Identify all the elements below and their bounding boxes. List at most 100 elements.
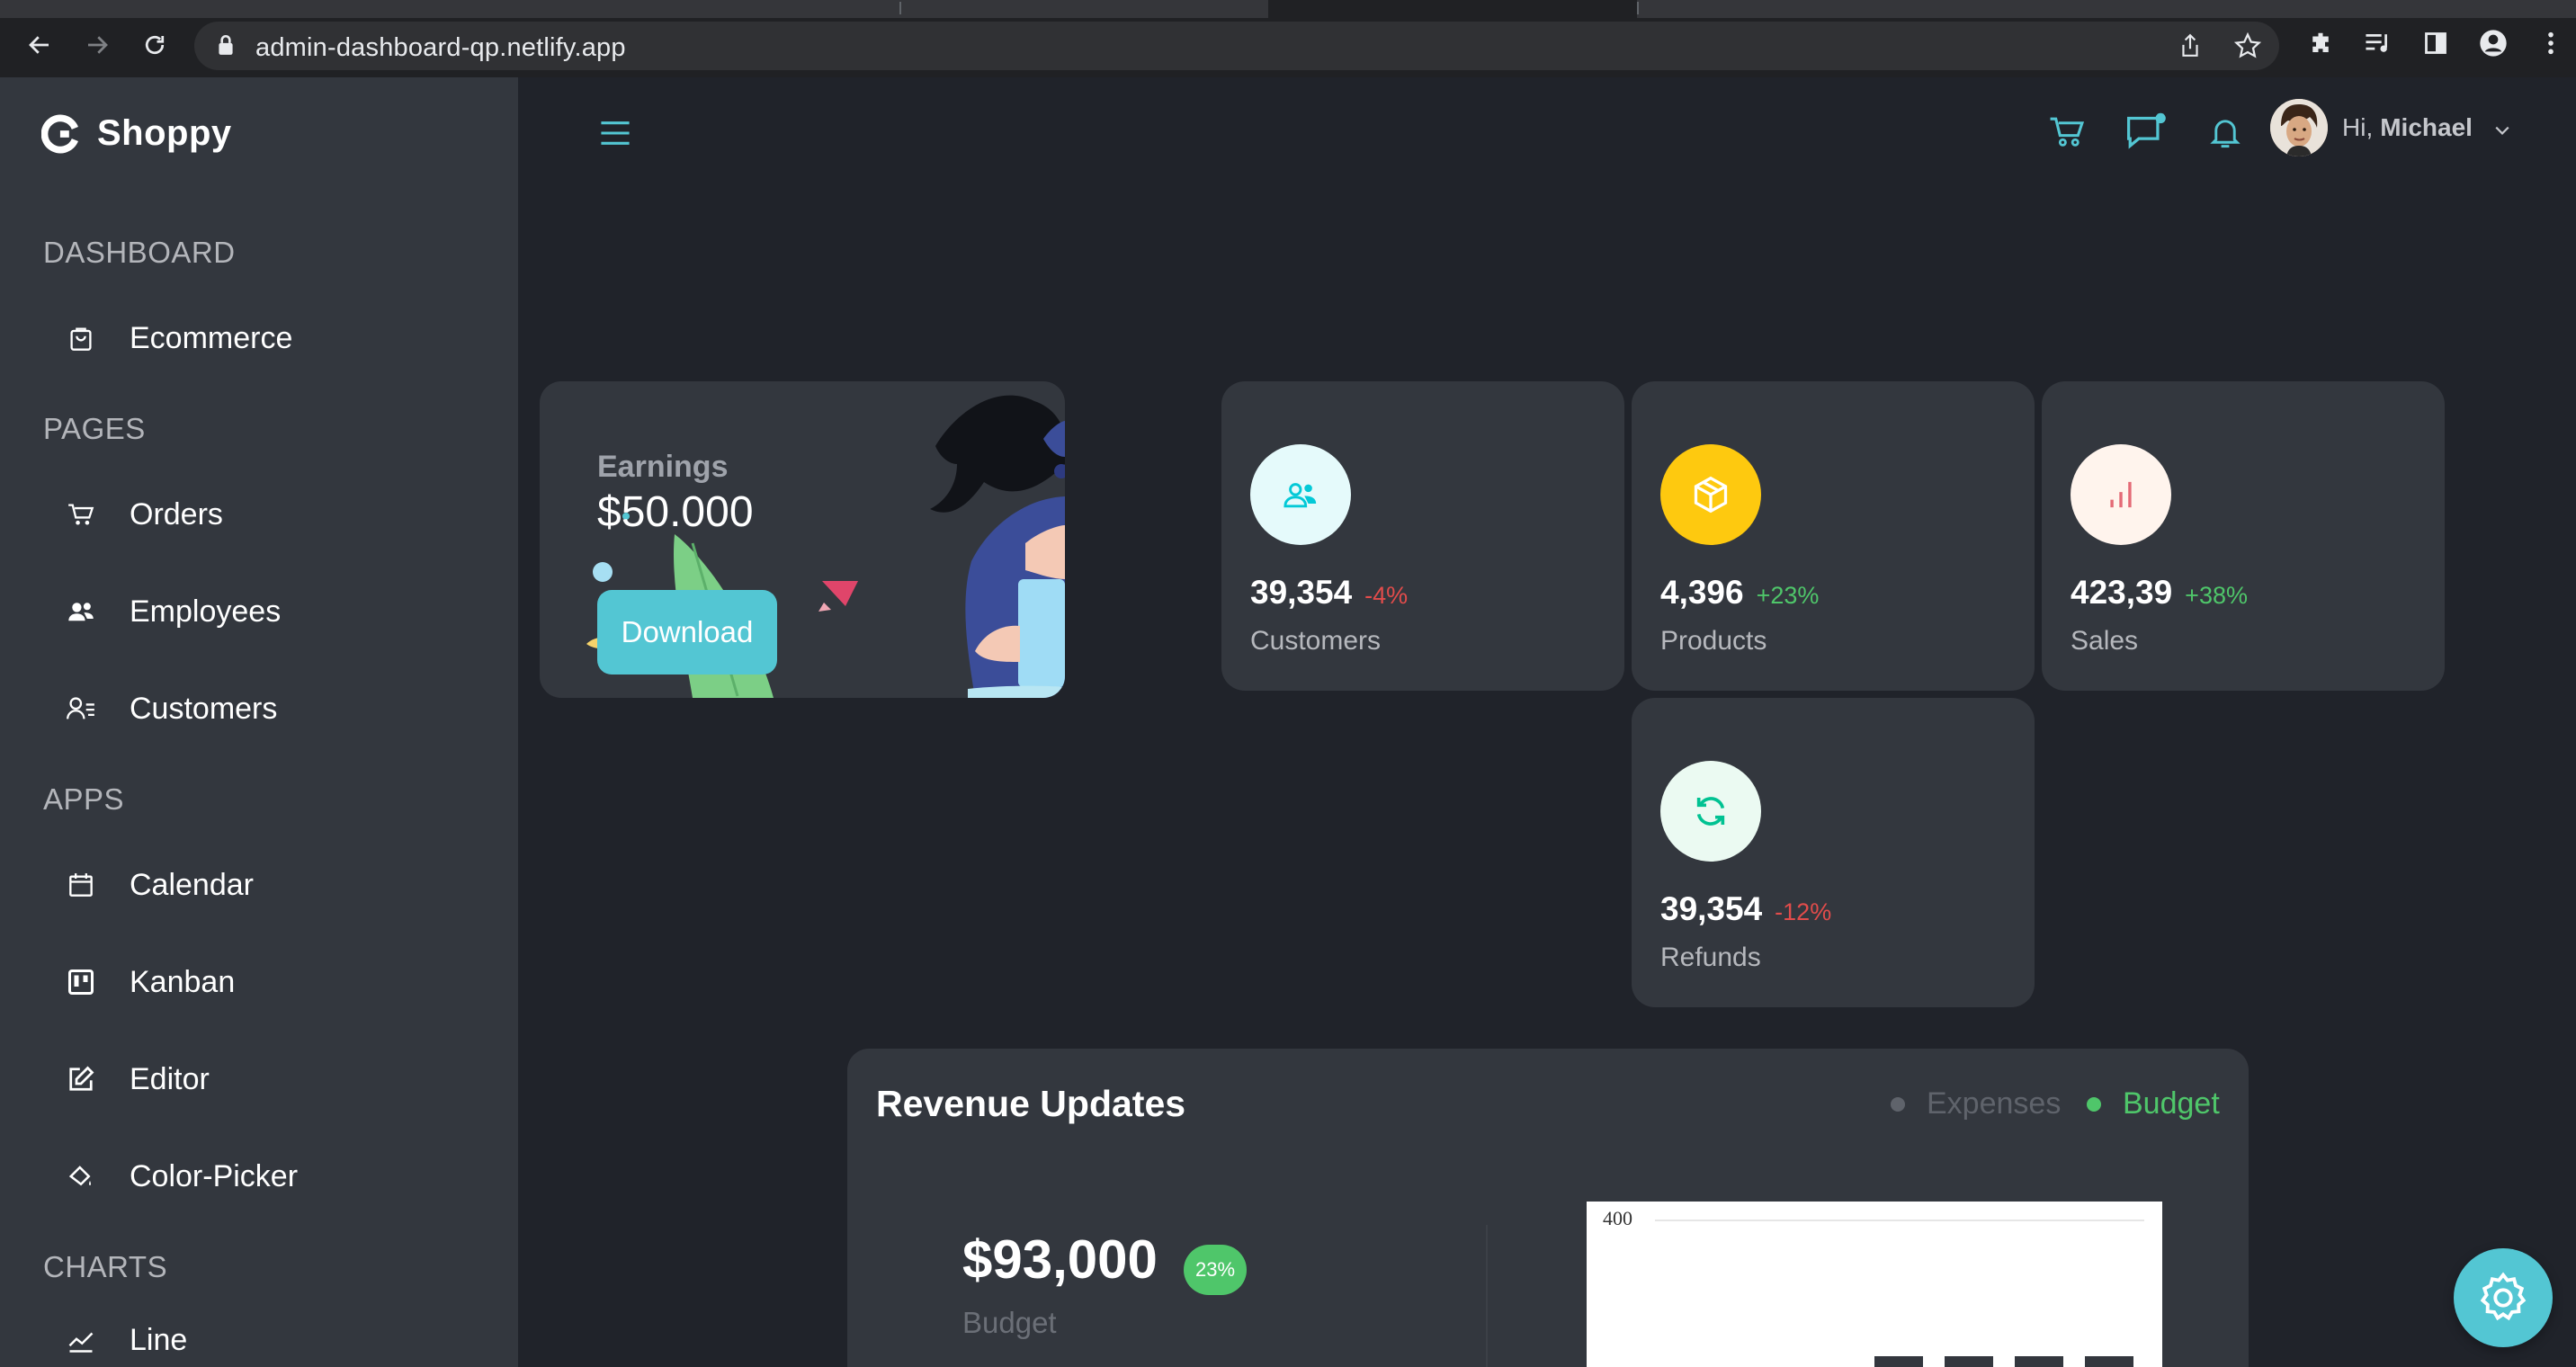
sidebar-item-orders[interactable]: Orders <box>43 478 493 550</box>
stat-number: 423,39 <box>2071 574 2173 611</box>
side-panel-icon[interactable] <box>2418 25 2454 61</box>
sidebar-item-label: Orders <box>130 496 223 532</box>
stat-icon-circle[interactable] <box>1250 444 1351 545</box>
bar-chart-icon <box>2110 481 2132 508</box>
box-icon <box>1694 476 1728 514</box>
active-tab[interactable] <box>1268 0 1637 18</box>
user-list-icon <box>63 691 99 727</box>
stat-percent: -12% <box>1775 898 1832 925</box>
stat-number: 39,354 <box>1660 890 1763 927</box>
stat-value: 423,39 +38% <box>2071 574 2248 612</box>
sidebar-item-line[interactable]: Line <box>43 1304 493 1367</box>
forward-button[interactable] <box>79 27 115 63</box>
settings-button[interactable] <box>2454 1248 2553 1347</box>
avatar[interactable] <box>2270 99 2328 156</box>
sidebar-item-calendar[interactable]: Calendar <box>43 849 493 921</box>
sidebar-item-editor[interactable]: Editor <box>43 1043 493 1115</box>
section-title-apps: APPS <box>43 782 125 816</box>
stat-number: 4,396 <box>1660 574 1744 611</box>
notification-button[interactable] <box>2198 106 2252 160</box>
section-title-dashboard: DASHBOARD <box>43 236 236 269</box>
stat-icon-circle[interactable] <box>1660 761 1761 862</box>
arrow-left-icon <box>29 36 49 54</box>
legend-dot <box>1891 1096 1905 1112</box>
budget-amount: $93,000 <box>962 1229 1158 1290</box>
cart-button[interactable] <box>2040 104 2094 158</box>
chevron-down-icon <box>2495 126 2509 135</box>
chart-bar <box>1945 1356 1993 1367</box>
sidebar-item-color-picker[interactable]: Color-Picker <box>43 1140 493 1212</box>
section-title-charts: CHARTS <box>43 1250 168 1283</box>
stat-card-refunds: 39,354 -12% Refunds <box>1632 698 2035 1007</box>
chart-gridline <box>1655 1220 2144 1221</box>
arrow-right-icon <box>88 36 108 54</box>
back-button[interactable] <box>22 27 58 63</box>
stat-card-customers: 39,354 -4% Customers <box>1221 381 1624 691</box>
legend-dot <box>2087 1096 2101 1112</box>
sidebar-item-employees[interactable]: Employees <box>43 576 493 648</box>
address-bar[interactable]: admin-dashboard-qp.netlify.app <box>194 22 2279 70</box>
gear-icon <box>2480 1272 2527 1321</box>
sidebar-item-label: Ecommerce <box>130 320 293 355</box>
media-icon[interactable] <box>2360 25 2396 61</box>
brand-logo[interactable]: Shoppy <box>41 113 232 154</box>
sidebar-item-kanban[interactable]: Kanban <box>43 946 493 1018</box>
shoppy-logo-icon <box>41 114 78 153</box>
sidebar-item-label: Kanban <box>130 964 236 999</box>
sidebar-item-label: Color-Picker <box>130 1158 299 1193</box>
paint-bucket-icon <box>63 1158 99 1194</box>
sidebar-item-label: Customers <box>130 691 278 726</box>
stat-name: Sales <box>2071 626 2139 656</box>
legend-expenses[interactable]: Expenses <box>1891 1086 2061 1121</box>
user-name: Michael <box>2380 113 2473 141</box>
menu-toggle-button[interactable] <box>588 106 642 160</box>
stat-percent: -4% <box>1364 582 1409 609</box>
cart-icon <box>2050 117 2085 147</box>
sidebar-item-customers[interactable]: Customers <box>43 673 493 745</box>
refresh-icon <box>1696 797 1725 826</box>
calendar-icon <box>63 867 99 903</box>
profile-icon[interactable] <box>2475 25 2511 61</box>
stat-icon-circle[interactable] <box>1660 444 1761 545</box>
legend-budget[interactable]: Budget <box>2087 1086 2220 1121</box>
chart-bar <box>1874 1356 1923 1367</box>
stat-value: 4,396 +23% <box>1660 574 1819 612</box>
tab-strip <box>0 0 2576 18</box>
people-icon <box>1284 483 1317 508</box>
chat-button[interactable] <box>2119 104 2173 158</box>
kanban-icon <box>63 964 99 1000</box>
sidebar-item-ecommerce[interactable]: Ecommerce <box>43 302 493 374</box>
stat-icon-circle[interactable] <box>2071 444 2171 545</box>
sidebar-item-label: Calendar <box>130 867 254 902</box>
chart-bar <box>2085 1356 2133 1367</box>
reload-button[interactable] <box>137 27 173 63</box>
shopping-bag-icon <box>63 320 99 356</box>
legend-label: Budget <box>2123 1086 2220 1121</box>
stat-name: Refunds <box>1660 943 1761 972</box>
earnings-label: Earnings <box>597 450 729 484</box>
stat-number: 39,354 <box>1250 574 1353 611</box>
legend-label: Expenses <box>1927 1086 2062 1121</box>
stat-card-products: 4,396 +23% Products <box>1632 381 2035 691</box>
reload-icon <box>145 35 165 55</box>
download-button[interactable]: Download <box>597 590 777 675</box>
extensions-icon[interactable] <box>2303 25 2339 61</box>
greeting-text: Hi, <box>2342 113 2374 141</box>
chat-icon <box>2127 112 2166 149</box>
sidebar: Shoppy DASHBOARD Ecommerce PAGES Orders … <box>0 77 518 1367</box>
revenue-updates-card: Revenue Updates Expenses Budget $93,000 … <box>847 1049 2249 1367</box>
line-chart-icon <box>63 1322 99 1358</box>
edit-icon <box>63 1061 99 1097</box>
stat-percent: +38% <box>2185 582 2248 609</box>
section-title-pages: PAGES <box>43 412 146 445</box>
address-url[interactable]: admin-dashboard-qp.netlify.app <box>255 33 626 63</box>
cart-icon <box>63 496 99 532</box>
user-greeting[interactable]: Hi, Michael <box>2342 113 2510 142</box>
star-icon[interactable] <box>2234 32 2261 59</box>
share-icon[interactable] <box>2177 32 2204 59</box>
sidebar-item-label: Editor <box>130 1061 210 1096</box>
stat-card-sales: 423,39 +38% Sales <box>2042 381 2445 691</box>
menu-dots-icon[interactable] <box>2533 25 2569 61</box>
earnings-amount: $50.000 <box>597 488 754 536</box>
budget-label: Budget <box>962 1306 1057 1339</box>
